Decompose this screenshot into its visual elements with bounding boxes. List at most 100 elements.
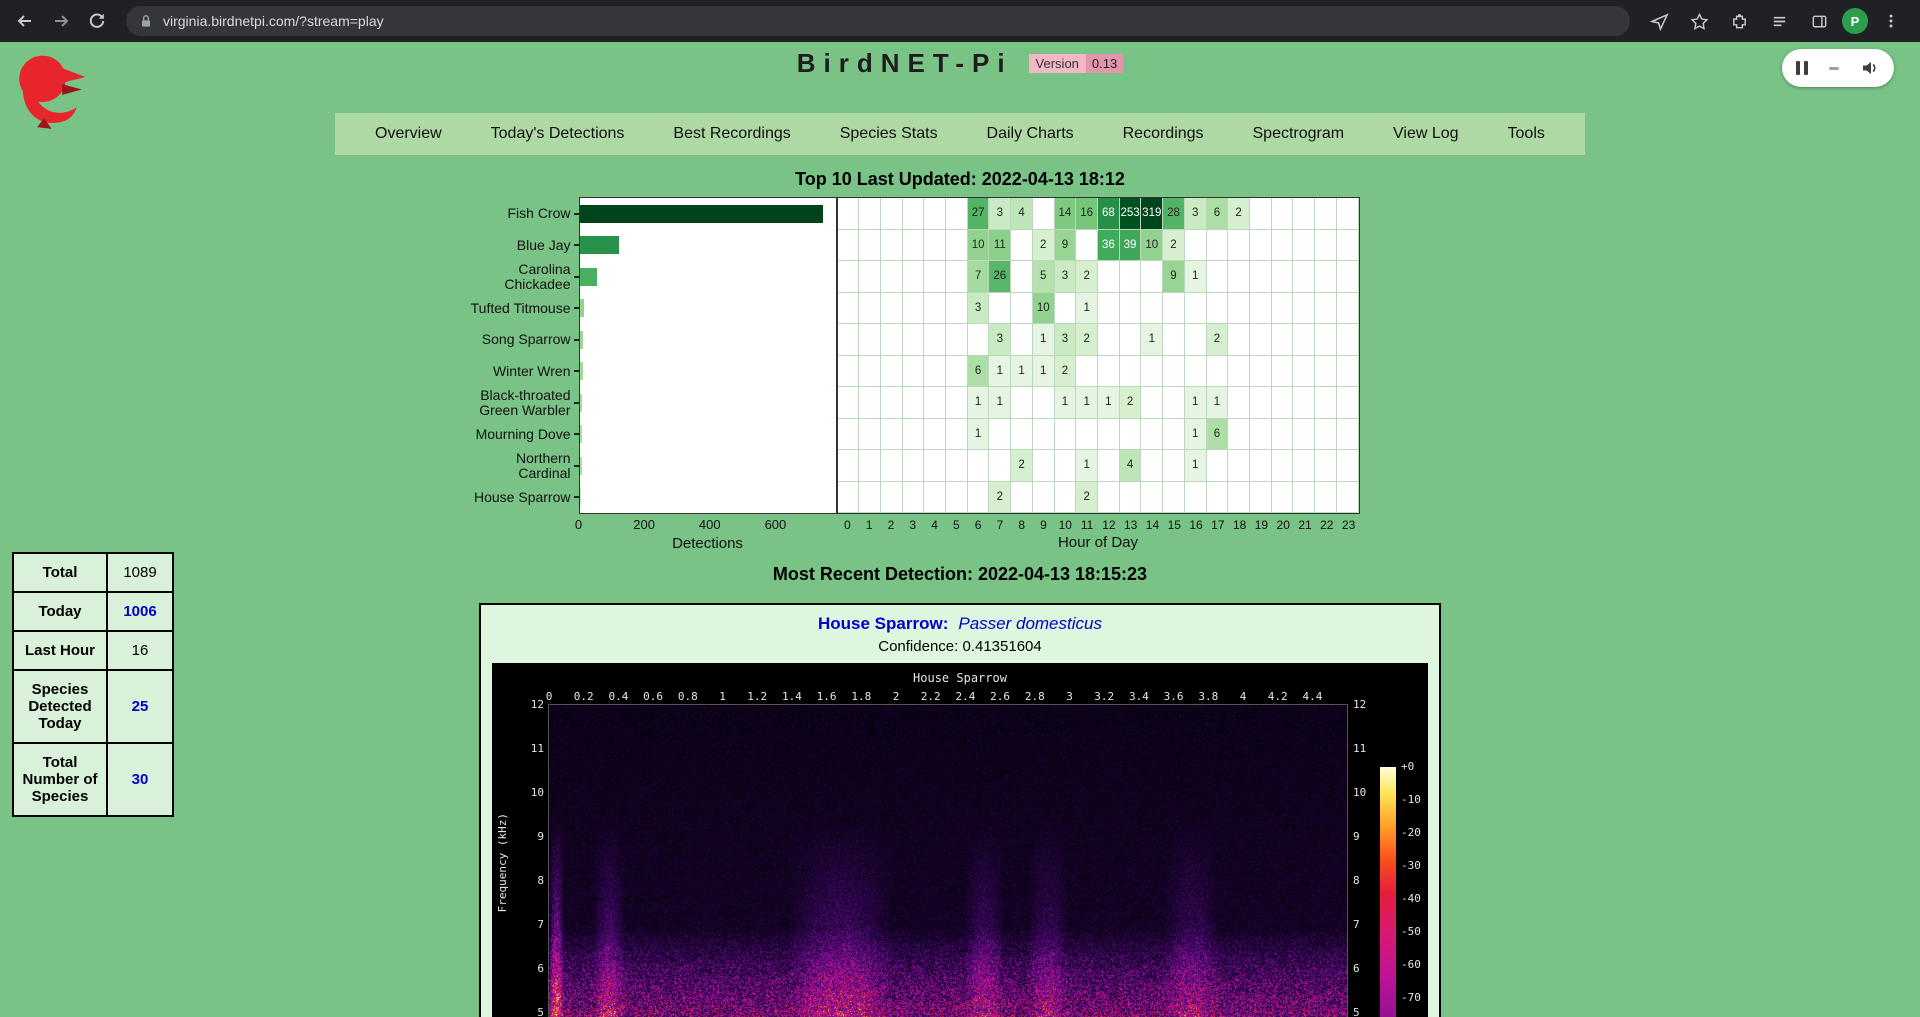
heatmap-cell: 11 [989, 230, 1011, 262]
heatmap-cell [1163, 356, 1185, 388]
heatmap-cell [1337, 356, 1359, 388]
heatmap-cell [903, 198, 925, 230]
species-label-text: Tufted Titmouse [471, 301, 571, 316]
heatmap-cell [881, 387, 903, 419]
speaker-icon[interactable] [1860, 58, 1880, 78]
heatmap-cell [1163, 387, 1185, 419]
bar-plot [579, 197, 837, 514]
profile-avatar[interactable]: P [1842, 8, 1868, 34]
sonogram-x-tick: 2.4 [955, 690, 975, 703]
reading-list-button[interactable] [1762, 4, 1796, 38]
bar-axis-label: Detections [579, 535, 837, 552]
heatmap-cell: 2 [1011, 450, 1033, 482]
nav-item-daily-charts[interactable]: Daily Charts [987, 125, 1074, 143]
heatmap-cell [946, 230, 968, 262]
nav-item-spectrogram[interactable]: Spectrogram [1253, 125, 1345, 143]
bookmark-button[interactable] [1682, 4, 1716, 38]
sonogram-x-tick: 1.2 [747, 690, 767, 703]
heatmap-cell [881, 450, 903, 482]
heatmap-cell [1163, 293, 1185, 325]
nav-item-today-s-detections[interactable]: Today's Detections [491, 125, 625, 143]
nav-item-overview[interactable]: Overview [375, 125, 442, 143]
hour-axis-tick: 20 [1272, 518, 1294, 532]
detections-bar [580, 299, 585, 317]
hour-axis-tick: 19 [1251, 518, 1273, 532]
stats-value[interactable]: 30 [107, 743, 173, 816]
nav-item-tools[interactable]: Tools [1508, 125, 1545, 143]
heatmap-cell [859, 293, 881, 325]
side-panel-button[interactable] [1802, 4, 1836, 38]
detection-common-name[interactable]: House Sparrow: [818, 614, 948, 633]
toolbar-right-cluster: P [1642, 4, 1912, 38]
heatmap-cell: 10 [968, 230, 990, 262]
heatmap-cell [1293, 293, 1315, 325]
heatmap-cell [881, 356, 903, 388]
heatmap-cell [1250, 261, 1272, 293]
hour-axis-tick: 11 [1076, 518, 1098, 532]
birdnet-pi-logo [10, 52, 100, 136]
heatmap-cell [1185, 356, 1207, 388]
heatmap-cell [924, 293, 946, 325]
heatmap-cell [1293, 198, 1315, 230]
hour-axis-tick: 4 [924, 518, 946, 532]
heatmap-cell [1272, 482, 1294, 514]
top10-chart: Fish CrowBlue JayCarolina ChickadeeTufte… [0, 197, 1864, 552]
heatmap-cell [1141, 356, 1163, 388]
stats-row: Last Hour16 [13, 631, 173, 670]
sonogram-x-tick: 3.4 [1129, 690, 1149, 703]
audio-player [1782, 49, 1894, 87]
heatmap-cell [1337, 293, 1359, 325]
species-label: Blue Jay [449, 230, 579, 262]
stats-row: Species Detected Today25 [13, 670, 173, 743]
heatmap-cell [946, 450, 968, 482]
species-label-text: Carolina Chickadee [461, 262, 571, 291]
address-bar[interactable]: virginia.birdnetpi.com/?stream=play [126, 6, 1630, 36]
heatmap-cell [1293, 387, 1315, 419]
back-button[interactable] [8, 4, 42, 38]
extensions-button[interactable] [1722, 4, 1756, 38]
detection-scientific-name[interactable]: Passer domesticus [958, 614, 1102, 633]
heatmap-cell [1185, 293, 1207, 325]
sonogram-y-tick-right: 6 [1353, 962, 1360, 975]
sonogram-x-tick: 2.8 [1025, 690, 1045, 703]
stats-value[interactable]: 1006 [107, 592, 173, 631]
recent-detection-heading: Most Recent Detection: 2022-04-13 18:15:… [0, 564, 1920, 585]
menu-button[interactable] [1874, 4, 1908, 38]
heatmap-cell: 3 [1055, 261, 1077, 293]
stats-label: Total [13, 553, 107, 592]
heatmap-cell [859, 387, 881, 419]
heatmap-cell [924, 450, 946, 482]
species-label-text: Blue Jay [517, 238, 571, 253]
nav-item-view-log[interactable]: View Log [1393, 125, 1459, 143]
sonogram-x-tick: 3 [1066, 690, 1073, 703]
hour-axis-tick: 23 [1338, 518, 1360, 532]
nav-item-recordings[interactable]: Recordings [1123, 125, 1204, 143]
player-timeline[interactable] [1829, 67, 1839, 70]
sonogram-x-tick: 0 [546, 690, 553, 703]
detections-bar [580, 457, 583, 475]
forward-button[interactable] [44, 4, 78, 38]
heatmap-cell [881, 419, 903, 451]
heatmap-cell: 27 [968, 198, 990, 230]
nav-item-species-stats[interactable]: Species Stats [840, 125, 938, 143]
heatmap-cell: 1 [1185, 450, 1207, 482]
heatmap-cell [1098, 324, 1120, 356]
stats-label: Species Detected Today [13, 670, 107, 743]
heatmap-cell [859, 230, 881, 262]
stats-value[interactable]: 25 [107, 670, 173, 743]
heatmap-cell: 1 [1076, 450, 1098, 482]
heatmap-cell: 14 [1055, 198, 1077, 230]
pause-button[interactable] [1796, 61, 1808, 75]
heatmap-cell [1098, 419, 1120, 451]
page: BirdNET-PiVersion0.13 OverviewToday's De… [0, 42, 1920, 1017]
heatmap-cell [1098, 482, 1120, 514]
heatmap-cell [1207, 261, 1229, 293]
send-button[interactable] [1642, 4, 1676, 38]
heatmap-cell: 2 [1033, 230, 1055, 262]
heatmap-cell [838, 324, 860, 356]
sonogram-x-tick: 1.6 [817, 690, 837, 703]
reload-button[interactable] [80, 4, 114, 38]
heatmap-cell: 9 [1055, 230, 1077, 262]
heatmap-cell [859, 482, 881, 514]
nav-item-best-recordings[interactable]: Best Recordings [673, 125, 790, 143]
